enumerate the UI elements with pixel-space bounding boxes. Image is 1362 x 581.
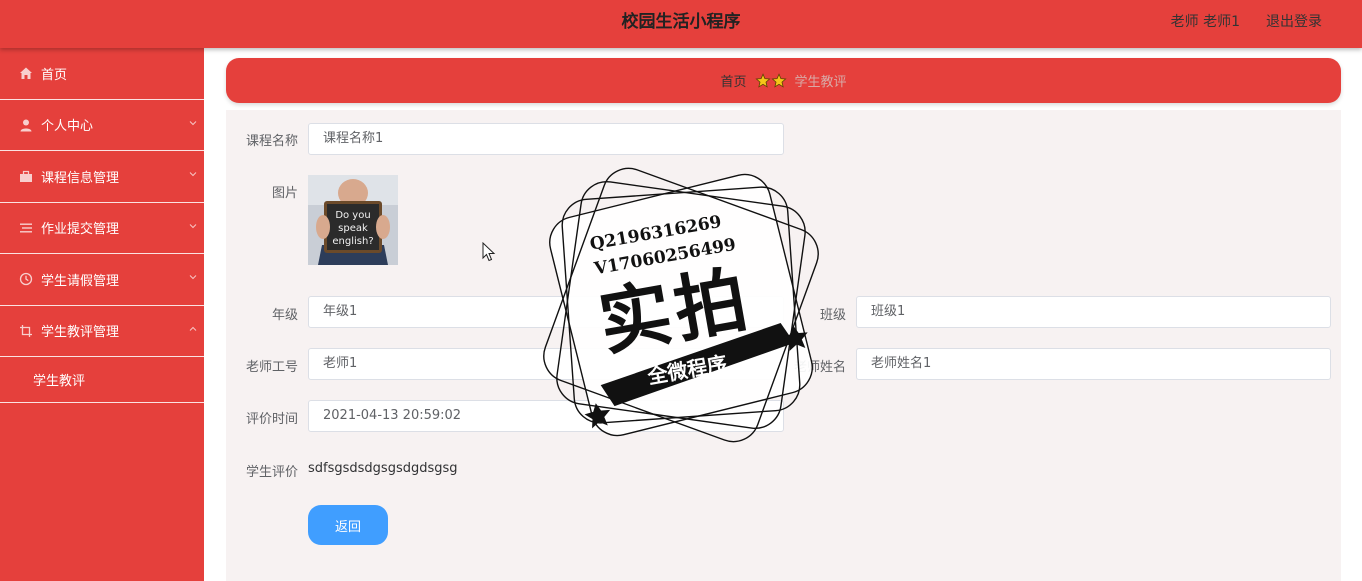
chevron-down-icon [189,172,197,177]
sidebar-item-home[interactable]: 首页 [0,48,204,100]
teacher-id-field[interactable]: 老师1 [308,348,784,380]
sidebar-item-label: 个人中心 [41,119,94,135]
student-eval-value: sdfsgsdsdgsgsdgdsgsg [308,461,458,476]
sidebar-item-label: 课程信息管理 [41,170,120,186]
chevron-down-icon [189,275,197,280]
sidebar-item-course-management[interactable]: 课程信息管理 [0,151,204,203]
teacher-name-label: 老师姓名 [793,360,846,375]
class-field[interactable]: 班级1 [856,296,1331,328]
sign-text-line2: speak [338,223,368,234]
chevron-down-icon [189,120,197,125]
star-icon [770,72,787,88]
breadcrumb-home[interactable]: 首页 [720,71,746,90]
grade-field[interactable]: 年级1 [308,296,784,328]
sidebar-menu: 首页 个人中心 课程信息管理 作业提交管理 学生请假管理 学生教评管理 学生教评 [0,48,204,581]
eval-time-field[interactable]: 2021-04-13 20:59:02 [308,400,784,432]
teacher-name-field[interactable]: 老师姓名1 [856,348,1331,380]
course-name-label: 课程名称 [245,134,298,149]
sign-text-line1: Do you [335,210,370,221]
breadcrumb: 首页 学生教评 [226,58,1341,103]
back-button[interactable]: 返回 [308,505,388,545]
app-title: 校园生活小程序 [621,12,741,32]
sidebar-item-label: 作业提交管理 [41,222,120,238]
star-icon [754,72,771,88]
logout-button[interactable]: 退出登录 [1266,0,1322,44]
sidebar-item-personal-center[interactable]: 个人中心 [0,100,204,151]
chevron-down-icon [189,223,197,228]
crop-icon [18,323,33,338]
mouse-cursor-icon [482,242,496,262]
sidebar-item-homework-management[interactable]: 作业提交管理 [0,203,204,254]
student-eval-label: 学生评价 [245,465,298,480]
main-content: 首页 学生教评 课程名称 课程名称1 图片 Do you speak engli… [204,48,1362,581]
grade-label: 年级 [271,308,298,323]
eval-time-label: 评价时间 [245,412,298,427]
sign-text-line3: english? [332,236,373,247]
breadcrumb-separator [754,72,787,89]
sidebar-subitem-label: 学生教评 [33,374,86,389]
sidebar-item-evaluation-management[interactable]: 学生教评管理 [0,306,204,357]
sidebar-item-label: 学生请假管理 [41,273,120,289]
clock-icon [18,272,33,287]
course-name-field[interactable]: 课程名称1 [308,123,784,155]
chevron-up-icon [189,326,197,331]
image-label: 图片 [271,186,298,201]
briefcase-icon [18,169,33,184]
sidebar-item-label: 首页 [41,67,68,83]
top-bar: 校园生活小程序 老师 老师1 退出登录 [0,0,1362,48]
sidebar-item-leave-management[interactable]: 学生请假管理 [0,254,204,306]
teacher-id-label: 老师工号 [245,360,298,375]
sidebar-item-label: 学生教评管理 [41,325,120,341]
sidebar-subitem-student-evaluation[interactable]: 学生教评 [0,357,204,403]
class-label: 班级 [819,308,846,323]
home-icon [18,66,33,81]
user-icon [18,117,33,132]
course-image: Do you speak english? [308,175,398,265]
breadcrumb-current: 学生教评 [794,75,847,90]
list-icon [18,220,33,235]
detail-form: 课程名称 课程名称1 图片 Do you speak english? 年级 年… [226,110,1341,581]
current-user-label: 老师 老师1 [1170,14,1240,30]
